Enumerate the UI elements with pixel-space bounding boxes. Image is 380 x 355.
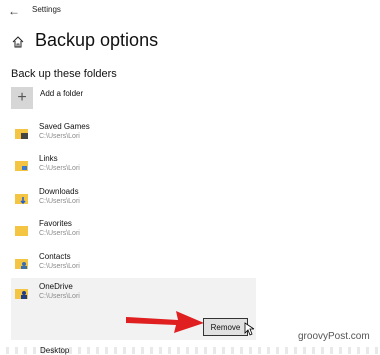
window-title: Settings [32, 5, 61, 14]
folder-path: C:\Users\Lori [39, 293, 80, 300]
folder-name: Favorites [39, 219, 72, 228]
onedrive-folder-icon [15, 289, 28, 299]
folder-path: C:\Users\Lori [39, 133, 80, 140]
folder-path: C:\Users\Lori [39, 165, 80, 172]
add-folder-label: Add a folder [40, 89, 84, 98]
folder-name: Links [39, 154, 58, 163]
section-title: Back up these folders [11, 68, 117, 80]
folder-path: C:\Users\Lori [39, 263, 80, 270]
folder-path: C:\Users\Lori [39, 198, 80, 205]
folder-name: Saved Games [39, 122, 90, 131]
saved-games-folder-icon [15, 129, 28, 139]
folder-item-favorites[interactable]: Favorites C:\Users\Lori [11, 215, 256, 251]
folder-name: Downloads [39, 187, 79, 196]
contacts-folder-icon [15, 259, 28, 269]
add-folder-button[interactable]: + Add a folder [11, 87, 211, 109]
red-arrow-icon [126, 311, 204, 333]
remove-button[interactable]: Remove [203, 318, 248, 336]
links-folder-icon [15, 161, 28, 171]
title-bar: ← Settings [0, 0, 380, 22]
folder-item-downloads[interactable]: Downloads C:\Users\Lori [11, 183, 256, 219]
mouse-cursor-icon [244, 322, 254, 336]
folder-path: C:\Users\Lori [39, 230, 80, 237]
plus-icon: + [11, 87, 33, 109]
favorites-folder-icon [15, 226, 28, 236]
page-title: Backup options [35, 30, 159, 50]
folder-item-saved-games[interactable]: Saved Games C:\Users\Lori [11, 118, 256, 154]
home-icon[interactable] [12, 36, 24, 48]
downloads-folder-icon [15, 194, 28, 205]
watermark: groovyPost.com [298, 331, 370, 342]
folder-name: OneDrive [39, 282, 73, 291]
back-arrow-icon[interactable]: ← [8, 4, 20, 18]
folder-item-links[interactable]: Links C:\Users\Lori [11, 150, 256, 186]
folder-name: Contacts [39, 252, 71, 261]
